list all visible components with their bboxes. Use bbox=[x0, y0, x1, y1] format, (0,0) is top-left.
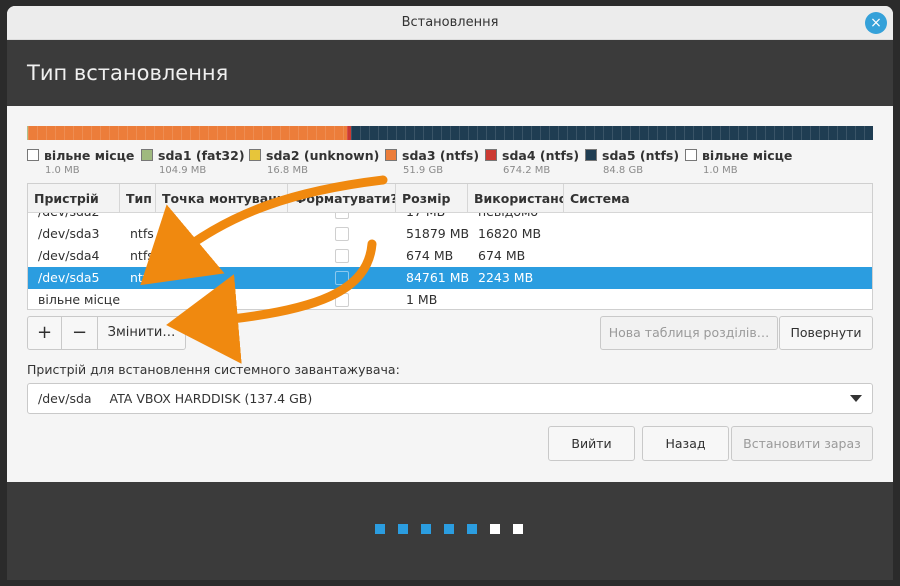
partition-table[interactable]: Пристрій Тип Точка монтування Форматувати? Р… bbox=[27, 183, 873, 310]
table-cell-device: /dev/sda3 bbox=[38, 226, 100, 241]
new-partition-table-button[interactable]: Нова таблиця розділів… bbox=[600, 316, 778, 350]
legend-size: 1.0 MB bbox=[45, 165, 80, 176]
table-cell-type: ntfs bbox=[130, 270, 154, 285]
legend-label: sda1 (fat32) bbox=[158, 148, 245, 163]
format-checkbox[interactable] bbox=[335, 213, 349, 219]
legend-swatch bbox=[385, 149, 397, 161]
table-row[interactable]: /dev/sda4 ntfs 674 MB 674 MB bbox=[28, 245, 872, 267]
table-cell-used: 2243 MB bbox=[478, 270, 534, 285]
legend-swatch bbox=[249, 149, 261, 161]
legend-size: 84.8 GB bbox=[603, 165, 644, 176]
table-cell-size: 17 MB bbox=[396, 213, 445, 223]
legend-label: sda4 (ntfs) bbox=[502, 148, 580, 163]
back-button[interactable]: Назад bbox=[642, 426, 729, 461]
legend-swatch bbox=[27, 149, 39, 161]
table-cell-used: невідомо bbox=[468, 213, 538, 223]
column-header[interactable]: Точка монтування bbox=[156, 184, 288, 213]
legend-swatch bbox=[141, 149, 153, 161]
step-dot bbox=[398, 524, 408, 534]
legend-item: вільне місце 1.0 MB bbox=[685, 148, 792, 176]
column-header[interactable]: Тип bbox=[120, 184, 156, 213]
format-checkbox[interactable] bbox=[335, 293, 349, 307]
step-dot bbox=[490, 524, 500, 534]
bootloader-device-select[interactable]: /dev/sda ATA VBOX HARDDISK (137.4 GB) bbox=[27, 383, 873, 414]
table-cell-size: 1 MB bbox=[406, 292, 438, 307]
step-dot bbox=[467, 524, 477, 534]
table-cell-size: 84761 MB bbox=[406, 270, 470, 285]
installer-window: Встановлення × Тип встановлення вільне м… bbox=[7, 6, 893, 580]
legend-item: вільне місце 1.0 MB bbox=[27, 148, 134, 176]
column-header[interactable]: Використано bbox=[468, 184, 564, 213]
partition-bar bbox=[27, 126, 873, 140]
revert-button[interactable]: Повернути bbox=[779, 316, 873, 350]
table-header: Пристрій Тип Точка монтування Форматувати? Р… bbox=[28, 184, 872, 213]
install-now-button[interactable]: Встановити зараз bbox=[731, 426, 873, 461]
table-cell-device: /dev/sda2 bbox=[28, 213, 100, 223]
column-header[interactable]: Система bbox=[564, 184, 872, 213]
remove-partition-button[interactable]: − bbox=[62, 317, 98, 349]
legend-label: sda2 (unknown) bbox=[266, 148, 380, 163]
partition-legend: вільне місце 1.0 MB sda1 (fat32) 104.9 MB sd… bbox=[27, 148, 873, 178]
table-row[interactable]: /dev/sda2 17 MB невідомо bbox=[28, 213, 872, 223]
legend-item: sda4 (ntfs) 674.2 MB bbox=[485, 148, 579, 176]
legend-item: sda5 (ntfs) 84.8 GB bbox=[585, 148, 679, 176]
step-dot bbox=[513, 524, 523, 534]
table-cell-used: 16820 MB bbox=[478, 226, 542, 241]
table-row[interactable]: вільне місце 1 MB bbox=[28, 289, 872, 309]
legend-label: sda5 (ntfs) bbox=[602, 148, 680, 163]
legend-item: sda1 (fat32) 104.9 MB bbox=[141, 148, 245, 176]
partition-bar-segment bbox=[350, 126, 873, 140]
table-cell-device: вільне місце bbox=[38, 292, 121, 307]
table-row[interactable]: /dev/sda3 ntfs 51879 MB 16820 MB bbox=[28, 223, 872, 245]
dropdown-arrow-icon bbox=[850, 395, 862, 402]
legend-label: вільне місце bbox=[702, 148, 793, 163]
legend-swatch bbox=[685, 149, 697, 161]
legend-item: sda3 (ntfs) 51.9 GB bbox=[385, 148, 479, 176]
column-header[interactable]: Розмір bbox=[396, 184, 468, 213]
bootloader-label: Пристрій для встановлення системного зав… bbox=[27, 362, 400, 377]
window-title: Встановлення bbox=[401, 15, 499, 30]
table-cell-device: /dev/sda4 bbox=[38, 248, 100, 263]
legend-swatch bbox=[485, 149, 497, 161]
bootloader-device-description: ATA VBOX HARDDISK (137.4 GB) bbox=[109, 391, 313, 406]
format-checkbox[interactable] bbox=[335, 249, 349, 263]
progress-footer bbox=[7, 482, 893, 580]
table-cell-device: /dev/sda5 bbox=[38, 270, 100, 285]
legend-size: 104.9 MB bbox=[159, 165, 207, 176]
table-cell-type: ntfs bbox=[130, 248, 154, 263]
close-icon[interactable]: × bbox=[865, 12, 887, 34]
format-checkbox[interactable] bbox=[335, 227, 349, 241]
column-header[interactable]: Пристрій bbox=[28, 184, 120, 213]
legend-size: 51.9 GB bbox=[403, 165, 444, 176]
column-header[interactable]: Форматувати? bbox=[288, 184, 396, 213]
title-bar: Встановлення × bbox=[7, 6, 893, 40]
legend-size: 674.2 MB bbox=[503, 165, 551, 176]
change-partition-button[interactable]: Змінити… bbox=[98, 317, 185, 349]
page-title: Тип встановлення bbox=[7, 40, 893, 106]
legend-item: sda2 (unknown) 16.8 MB bbox=[249, 148, 379, 176]
table-row[interactable]: /dev/sda5 ntfs 84761 MB 2243 MB bbox=[28, 267, 872, 289]
bootloader-device: /dev/sda bbox=[38, 391, 92, 406]
legend-swatch bbox=[585, 149, 597, 161]
table-body[interactable]: /dev/sda2 17 MB невідомо/dev/sda3 ntfs 51879… bbox=[28, 213, 872, 309]
add-partition-button[interactable]: + bbox=[28, 317, 62, 349]
partition-editor: вільне місце 1.0 MB sda1 (fat32) 104.9 MB sd… bbox=[7, 106, 893, 482]
step-dot bbox=[375, 524, 385, 534]
quit-button[interactable]: Вийти bbox=[548, 426, 635, 461]
legend-label: sda3 (ntfs) bbox=[402, 148, 480, 163]
step-dot bbox=[421, 524, 431, 534]
format-checkbox[interactable] bbox=[335, 271, 349, 285]
legend-size: 1.0 MB bbox=[703, 165, 738, 176]
table-cell-type: ntfs bbox=[130, 226, 154, 241]
legend-size: 16.8 MB bbox=[267, 165, 308, 176]
table-cell-used: 674 MB bbox=[478, 248, 526, 263]
table-cell-size: 51879 MB bbox=[406, 226, 470, 241]
partition-action-group: + − Змінити… bbox=[27, 316, 186, 350]
table-cell-size: 674 MB bbox=[406, 248, 454, 263]
step-dot bbox=[444, 524, 454, 534]
partition-bar-segment bbox=[27, 126, 347, 140]
legend-label: вільне місце bbox=[44, 148, 135, 163]
